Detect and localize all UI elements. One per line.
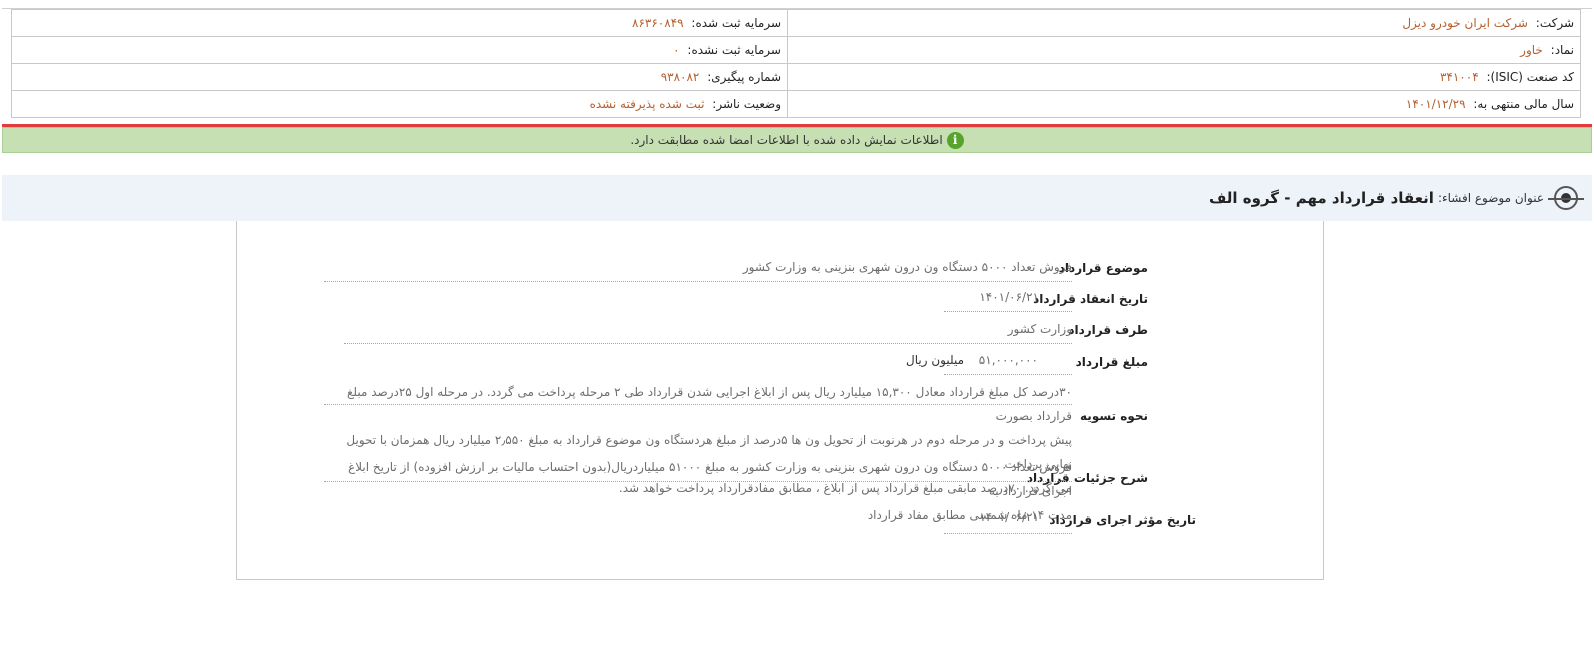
info-row: نماد: خاور سرمایه ثبت نشده: ۰: [11, 36, 1581, 64]
registered-capital-label: سرمایه ثبت شده:: [691, 16, 781, 30]
unregistered-capital-cell: سرمایه ثبت نشده: ۰: [11, 36, 788, 64]
unregistered-capital-label: سرمایه ثبت نشده:: [687, 43, 781, 57]
fiscal-year-cell: سال مالی منتهی به: ۱۴۰۱/۱۲/۲۹: [787, 90, 1581, 118]
disclosure-title-bar: عنوان موضوع افشاء: انعقاد قرارداد مهم - …: [2, 175, 1592, 221]
isic-label: کد صنعت (ISIC):: [1486, 70, 1574, 84]
info-row: شرکت: شرکت ایران خودرو دیزل سرمایه ثبت ش…: [11, 9, 1581, 37]
party-underline: [344, 343, 1072, 344]
info-row: کد صنعت (ISIC): ۳۴۱۰۰۴ شماره پیگیری: ۹۳۸…: [11, 63, 1581, 91]
symbol-cell: نماد: خاور: [787, 36, 1581, 64]
disclosure-title: انعقاد قرارداد مهم - گروه الف: [1208, 189, 1434, 207]
subject-value: فروش تعداد ۵۰۰۰ دستگاه ون درون شهری بنزی…: [742, 260, 1072, 274]
details-line: مدت ۱۴ ماه شمسی مطابق مفاد قرارداد: [867, 508, 1072, 522]
details-text: فروش تعداد ۵۰۰۰ دستگاه ون درون شهری بنزی…: [322, 455, 1072, 527]
details-underline: [324, 481, 1072, 482]
subject-underline: [324, 281, 1072, 282]
company-info-table: شرکت: شرکت ایران خودرو دیزل سرمایه ثبت ش…: [11, 9, 1581, 118]
publisher-status-label: وضعیت ناشر:: [712, 97, 781, 111]
effective-date-underline: [944, 533, 1072, 534]
contract-date-value: ۱۴۰۱/۰۶/۲۱: [979, 290, 1039, 304]
unregistered-capital-value: ۰: [673, 43, 680, 57]
settlement-underline: [324, 404, 1072, 405]
isic-cell: کد صنعت (ISIC): ۳۴۱۰۰۴: [787, 63, 1581, 91]
isic-value: ۳۴۱۰۰۴: [1439, 70, 1479, 84]
fiscal-year-value: ۱۴۰۱/۱۲/۲۹: [1405, 97, 1466, 111]
amount-value: ۵۱,۰۰۰,۰۰۰: [978, 353, 1038, 367]
registered-capital-cell: سرمایه ثبت شده: ۸۶۳۶۰۸۴۹: [11, 9, 788, 37]
company-label: شرکت:: [1535, 16, 1574, 30]
details-line: فروش تعداد ۵۰۰۰ دستگاه ون درون شهری بنزی…: [348, 460, 1072, 498]
notice-text: اطلاعات نمایش داده شده با اطلاعات امضا ش…: [630, 133, 943, 147]
tracking-label: شماره پیگیری:: [707, 70, 781, 84]
contract-date-label: تاریخ انعقاد قرارداد: [1033, 292, 1148, 306]
registered-capital-value: ۸۶۳۶۰۸۴۹: [632, 16, 684, 30]
party-label: طرف قرارداد: [1068, 323, 1148, 337]
company-cell: شرکت: شرکت ایران خودرو دیزل: [787, 9, 1581, 37]
amount-unit: میلیون ریال: [906, 353, 964, 367]
settlement-label: نحوه تسویه: [1080, 409, 1148, 423]
effective-date-value: ۱۴۰۱/۰۶/۲۱: [979, 510, 1039, 524]
tracking-cell: شماره پیگیری: ۹۳۸۰۸۲: [11, 63, 788, 91]
fiscal-year-label: سال مالی منتهی به:: [1473, 97, 1574, 111]
disclosure-title-label: عنوان موضوع افشاء:: [1437, 191, 1544, 205]
company-value: شرکت ایران خودرو دیزل: [1402, 16, 1528, 30]
tracking-value: ۹۳۸۰۸۲: [660, 70, 700, 84]
publisher-status-cell: وضعیت ناشر: ثبت شده پذیرفته نشده: [11, 90, 788, 118]
amount-underline: [944, 374, 1072, 375]
symbol-value: خاور: [1520, 43, 1543, 57]
contract-date-underline: [944, 311, 1072, 312]
amount-label: مبلغ قرارداد: [1075, 355, 1148, 369]
info-icon: i: [946, 131, 964, 149]
effective-date-label: تاریخ مؤثر اجرای قرارداد: [1049, 513, 1196, 527]
subject-label: موضوع قرارداد: [1058, 261, 1148, 275]
symbol-label: نماد:: [1550, 43, 1574, 57]
info-row: سال مالی منتهی به: ۱۴۰۱/۱۲/۲۹ وضعیت ناشر…: [11, 90, 1581, 118]
party-value: وزارت کشور: [1007, 322, 1072, 336]
verification-notice: i اطلاعات نمایش داده شده با اطلاعات امضا…: [2, 127, 1592, 153]
publisher-status-value: ثبت شده پذیرفته نشده: [589, 97, 705, 111]
target-icon: [1548, 186, 1584, 210]
